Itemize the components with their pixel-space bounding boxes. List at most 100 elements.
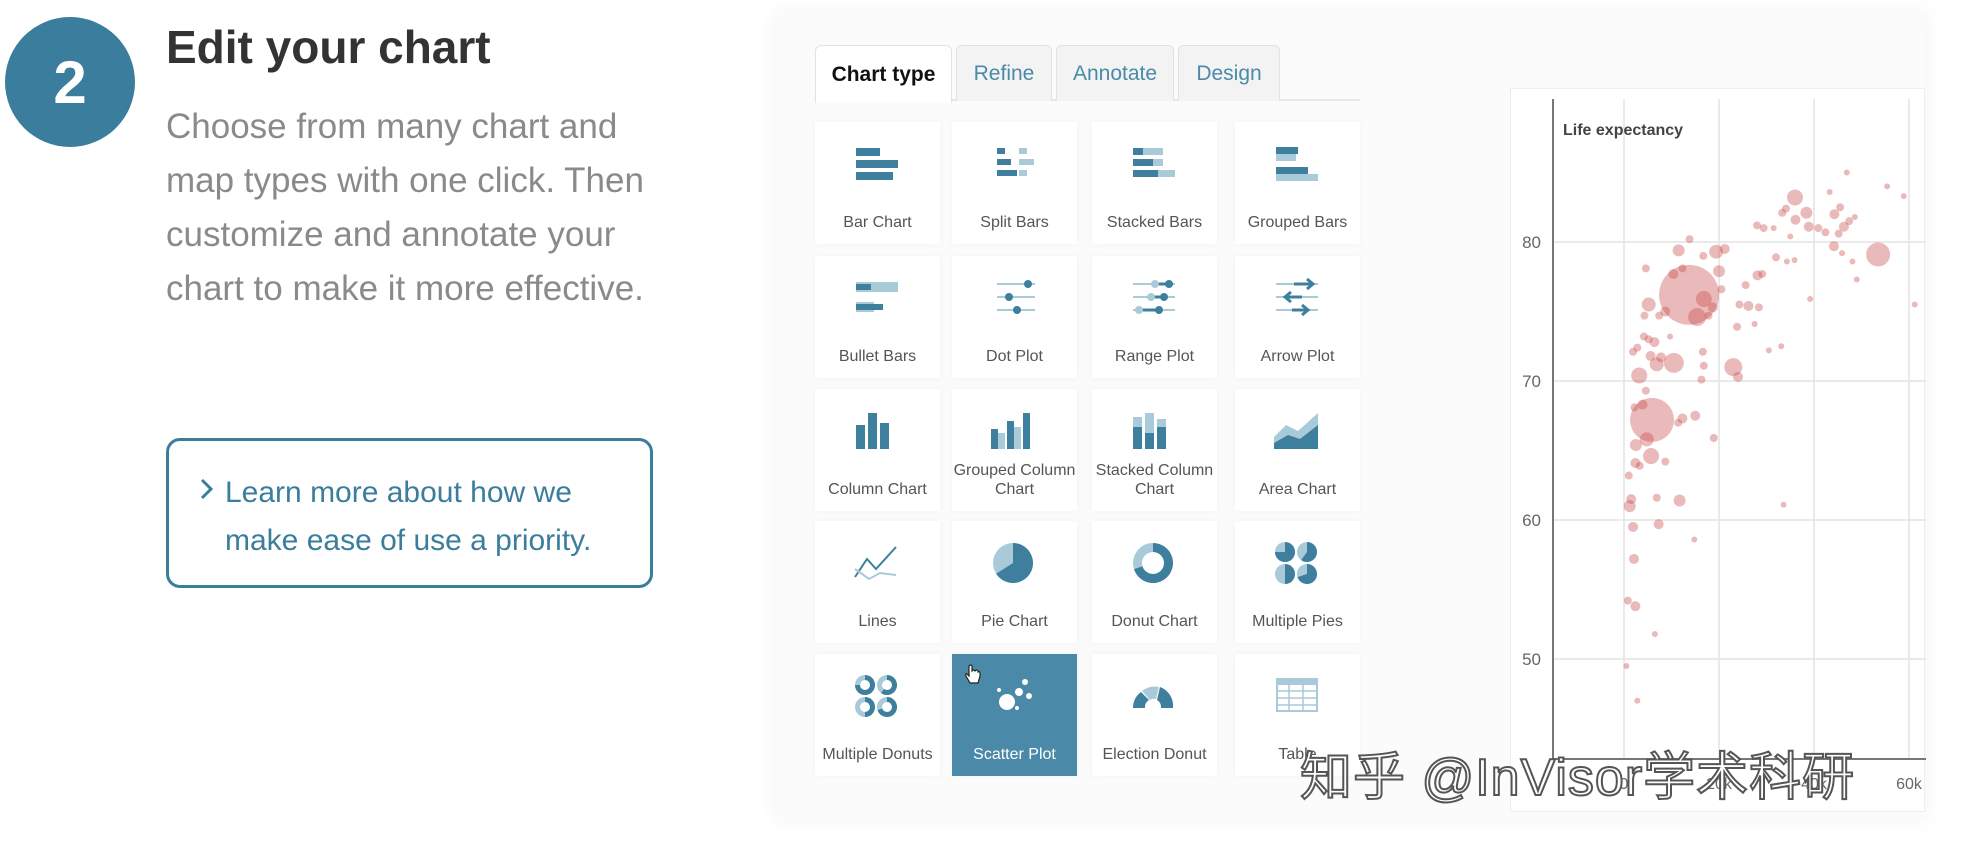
chart-type-dot-plot[interactable]: Dot Plot [952, 256, 1077, 378]
chart-type-range-plot[interactable]: Range Plot [1092, 256, 1217, 378]
chart-type-lines[interactable]: Lines [815, 521, 940, 643]
scatter-chart-icon [997, 679, 1032, 710]
data-point [1843, 169, 1850, 176]
data-point [1623, 596, 1632, 605]
donut-chart-icon [1133, 543, 1173, 583]
data-point [1829, 209, 1840, 220]
data-point [1713, 265, 1725, 278]
data-point [1754, 303, 1763, 312]
data-point [1651, 630, 1658, 637]
tab-design[interactable]: Design [1178, 45, 1280, 101]
data-point [1624, 471, 1633, 480]
data-point [1707, 302, 1718, 313]
data-point [1783, 258, 1790, 265]
data-point [1641, 386, 1650, 395]
data-point [1780, 501, 1787, 508]
bar-chart-icon [856, 148, 898, 180]
data-point [1791, 257, 1798, 264]
chart-type-election-donut[interactable]: Election Donut [1092, 654, 1217, 776]
tab-chart-type[interactable]: Chart type [815, 45, 952, 103]
data-point [1778, 343, 1785, 350]
data-point [1643, 448, 1660, 465]
data-point [1758, 269, 1767, 278]
data-point [1663, 352, 1684, 373]
data-point [1661, 457, 1670, 466]
chart-type-multiple-pies[interactable]: Multiple Pies [1235, 521, 1360, 643]
chart-type-label: Split Bars [980, 214, 1049, 231]
range-chart-icon [1133, 280, 1175, 314]
y-axis-label: Life expectancy [1563, 122, 1683, 139]
chart-type-multiple-donuts[interactable]: Multiple Donuts [815, 654, 940, 776]
chart-type-label: Dot Plot [986, 348, 1043, 365]
y-tick-label: 80 [1522, 233, 1541, 252]
learn-more-link[interactable]: Learn more about how we make ease of use… [166, 438, 653, 588]
mdonuts-chart-icon [855, 675, 897, 717]
data-point [1677, 413, 1688, 424]
chart-type-grouped-column-chart[interactable]: Grouped Column Chart [952, 389, 1077, 511]
data-point [1884, 183, 1891, 190]
section-title: Edit your chart [166, 21, 491, 73]
data-point [1826, 188, 1833, 195]
step-number-badge: 2 [5, 17, 135, 147]
tab-annotate[interactable]: Annotate [1056, 45, 1174, 101]
chart-type-bar-chart[interactable]: Bar Chart [815, 122, 940, 244]
data-point [1668, 268, 1679, 279]
lines-chart-icon [854, 546, 897, 581]
data-point [1639, 432, 1654, 447]
scatter-plot: 0 20k 40k 60k50607080Life expectancy [1522, 99, 1933, 793]
dot-chart-icon [997, 280, 1035, 314]
stacked-chart-icon [1133, 148, 1175, 177]
chart-type-label: Bullet Bars [838, 348, 917, 365]
chart-type-area-chart[interactable]: Area Chart [1235, 389, 1360, 511]
data-point [1733, 322, 1742, 331]
data-point [1781, 204, 1790, 213]
scolumn-chart-icon [1133, 413, 1166, 449]
data-point [1821, 228, 1830, 237]
chart-type-pie-chart[interactable]: Pie Chart [952, 521, 1077, 643]
chart-preview: 0 20k 40k 60k 50 60 70 80 Life expectancy [1510, 88, 1933, 812]
data-point [1685, 235, 1694, 244]
chevron-right-icon [199, 469, 225, 585]
chart-type-label: Range Plot [1114, 348, 1195, 365]
chart-type-label: Grouped Column Chart [953, 462, 1076, 498]
data-point [1649, 357, 1664, 372]
chart-type-label: Column Chart [828, 481, 927, 498]
data-point [1790, 214, 1801, 225]
y-tick-label: 70 [1522, 372, 1541, 391]
chart-type-stacked-bars[interactable]: Stacked Bars [1092, 122, 1217, 244]
chart-type-label: Stacked Bars [1106, 214, 1203, 231]
data-point [1717, 285, 1726, 294]
chart-type-stacked-column-chart[interactable]: Stacked Column Chart [1092, 389, 1217, 511]
chart-type-donut-chart[interactable]: Donut Chart [1092, 521, 1217, 643]
data-point [1641, 264, 1650, 273]
data-point [1641, 297, 1656, 312]
data-point [1751, 321, 1758, 328]
data-point [1678, 264, 1687, 273]
data-point [1845, 217, 1854, 226]
data-point [1672, 244, 1685, 257]
data-point [1743, 300, 1754, 311]
chart-type-column-chart[interactable]: Column Chart [815, 389, 940, 511]
watermark: 知乎 @InVisor学术科研 [1299, 748, 1856, 808]
chart-type-scatter-plot[interactable]: Scatter Plot [952, 654, 1077, 776]
data-point [1733, 371, 1743, 382]
data-point [1759, 224, 1768, 233]
y-tick-label: 60 [1522, 511, 1541, 530]
data-point [1688, 308, 1707, 327]
data-point [1735, 300, 1744, 309]
chart-type-grouped-bars[interactable]: Grouped Bars [1235, 122, 1360, 244]
data-point [1673, 494, 1686, 507]
section-description: Choose from many chart and map types wit… [166, 107, 644, 308]
chart-type-arrow-plot[interactable]: Arrow Plot [1235, 256, 1360, 378]
tab-refine[interactable]: Refine [956, 45, 1052, 101]
data-point [1807, 295, 1814, 302]
data-point [1765, 347, 1772, 354]
data-point [1652, 493, 1661, 502]
chart-type-split-bars[interactable]: Split Bars [952, 122, 1077, 244]
pie-chart-icon [993, 543, 1033, 583]
chart-type-bullet-bars[interactable]: Bullet Bars [815, 256, 940, 378]
editor-tabs: Chart type Refine Annotate Design [815, 45, 1360, 103]
election-chart-icon [1133, 686, 1174, 708]
data-point [1709, 433, 1718, 442]
arrow-chart-icon [1276, 277, 1318, 317]
